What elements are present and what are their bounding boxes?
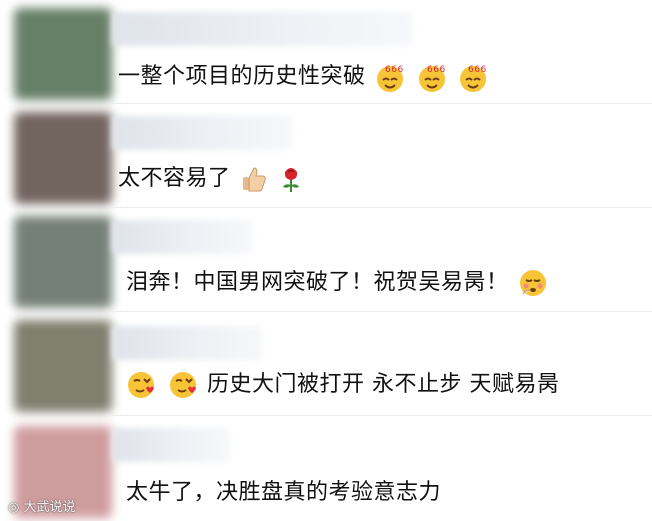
smile-666-emoji-icon: 666 [460,65,487,92]
username[interactable] [112,116,292,150]
username[interactable] [112,428,230,462]
avatar[interactable] [14,8,112,100]
watermark: ◎ 大武说说 [8,500,76,515]
rose-icon [282,168,299,192]
username[interactable] [112,12,412,46]
avatar[interactable] [14,216,112,308]
username[interactable] [112,220,252,254]
heart-kiss-emoji-icon [169,372,196,398]
comment-text: 太牛了，决胜盘真的考验意志力 [126,480,442,505]
comment-item: 泪奔！中国男网突破了！祝贺吴易昺！ [0,208,652,312]
comment-text: 一整个项目的历史性突破 666 666 666 [118,58,490,94]
smile-666-emoji-icon: 666 [377,65,404,92]
heart-kiss-emoji-icon [128,372,154,398]
avatar[interactable] [14,112,112,204]
blush-emoji-icon [520,270,547,296]
svg-text:666: 666 [468,65,487,75]
thumbs-up-icon [243,167,266,192]
comment-text: 历史大门被打开 永不止步 天赋易昺 [124,366,560,402]
comment-item: 一整个项目的历史性突破 666 666 666 [0,0,652,104]
comment-item: 太不容易了 [0,104,652,208]
comment-text: 泪奔！中国男网突破了！祝贺吴易昺！ [126,264,550,300]
svg-text:666: 666 [427,65,446,75]
comment-item: 历史大门被打开 永不止步 天赋易昺 [0,312,652,416]
smile-666-emoji-icon: 666 [418,65,446,92]
avatar[interactable] [14,320,112,412]
username[interactable] [112,326,262,360]
comment-item: 太牛了，决胜盘真的考验意志力 [0,416,652,521]
svg-text:666: 666 [385,65,404,75]
comment-text: 太不容易了 [118,160,306,194]
weibo-logo-icon: ◎ [8,500,20,515]
